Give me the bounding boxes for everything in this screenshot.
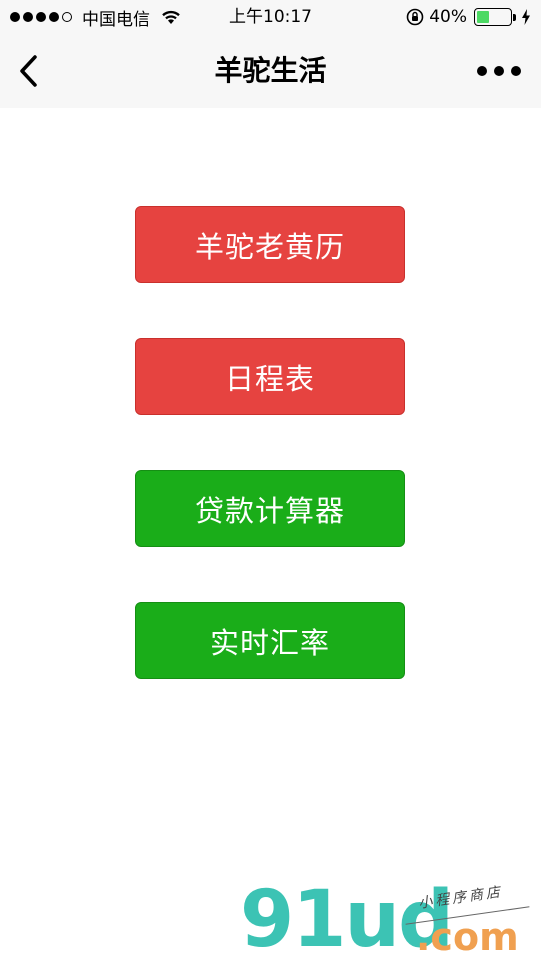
status-bar: 中国电信 上午10:17 40% xyxy=(0,0,541,34)
charging-bolt-icon xyxy=(522,9,530,25)
battery-percent: 40% xyxy=(429,7,467,27)
battery-tip xyxy=(513,13,516,21)
more-dots-icon xyxy=(494,66,504,76)
battery-fill xyxy=(477,11,489,23)
status-right: 40% xyxy=(406,6,531,28)
nav-bar: 羊驼生活 xyxy=(0,34,541,108)
rotation-lock-icon xyxy=(406,8,424,26)
watermark-domain: .com xyxy=(416,915,519,959)
loan-calculator-button[interactable]: 贷款计算器 xyxy=(135,470,405,547)
page-title: 羊驼生活 xyxy=(214,54,327,87)
exchange-rate-button[interactable]: 实时汇率 xyxy=(135,602,405,679)
more-button[interactable] xyxy=(477,60,521,82)
more-dots-icon xyxy=(477,66,487,76)
schedule-button[interactable]: 日程表 xyxy=(135,338,405,415)
watermark-logo: 91ud 小程序商店 .com xyxy=(240,881,540,960)
more-dots-icon xyxy=(511,66,521,76)
almanac-button[interactable]: 羊驼老黄历 xyxy=(135,206,405,283)
battery-icon xyxy=(474,8,512,26)
